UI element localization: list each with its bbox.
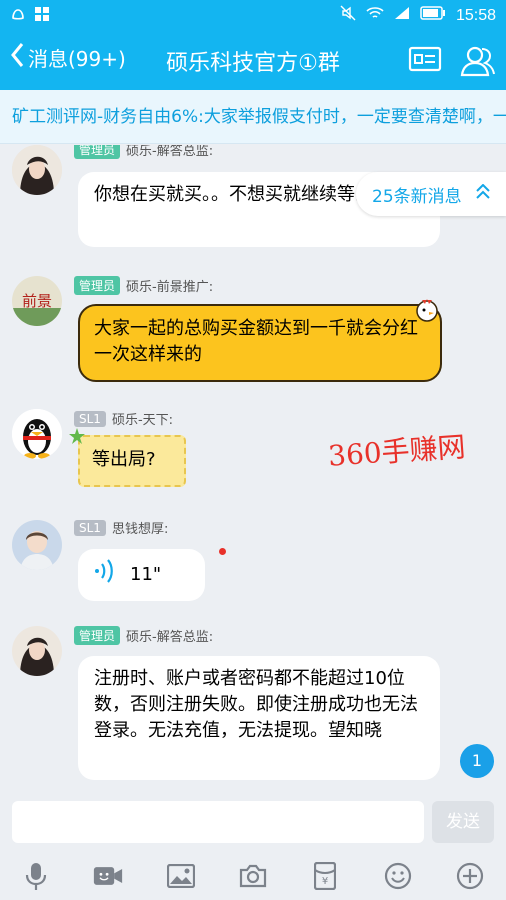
message-bubble[interactable]: 注册时、账户或者密码都不能超过10位数，否则注册失败。即使注册成功也无法登录。无… (78, 656, 440, 780)
title-bar: 消息(99+) 硕乐科技官方①群 (0, 30, 506, 90)
emoji-icon[interactable] (383, 861, 413, 891)
message-bubble[interactable]: 大家一起的总购买金额达到一千就会分红一次这样来的 (78, 304, 442, 382)
video-call-icon[interactable] (93, 861, 123, 891)
message-meta: 管理员 硕乐-解答总监: (74, 145, 213, 159)
level-badge: SL1 (74, 410, 106, 427)
message-bubble[interactable]: 等出局? (78, 435, 186, 487)
group-profile-icon[interactable] (408, 44, 442, 78)
message-meta: 管理员 硕乐-前景推广: (74, 276, 213, 295)
role-badge: 管理员 (74, 145, 121, 159)
send-button[interactable]: 发送 (432, 801, 494, 843)
clock: 15:58 (455, 6, 496, 24)
svg-text:¥: ¥ (322, 876, 328, 887)
announcement-bar[interactable]: 矿工测评网-财务自由6%:大家举报假支付时，一定要查清楚啊，一 (0, 90, 506, 144)
chat-area[interactable]: 管理员 硕乐-解答总监: 你想在买就买。。不想买就继续等出局。 前景 管理员 硕… (0, 145, 506, 793)
new-messages-label: 25条新消息 (372, 186, 462, 207)
sender-name: 硕乐-前景推广: (126, 280, 214, 295)
mute-icon (340, 5, 356, 26)
role-badge: 管理员 (74, 626, 121, 645)
avatar[interactable] (12, 145, 62, 195)
message-input[interactable] (12, 801, 424, 843)
red-packet-icon[interactable]: ¥ (310, 861, 340, 891)
wifi-icon (366, 6, 384, 25)
level-badge: SL1 (74, 519, 106, 536)
camera-icon[interactable] (238, 861, 268, 891)
avatar[interactable]: 前景 (12, 276, 62, 326)
role-badge: 管理员 (74, 276, 121, 295)
avatar[interactable] (12, 626, 62, 676)
sender-name: 硕乐-天下: (111, 413, 174, 428)
app-grid-icon (34, 6, 50, 26)
avatar-text: 前景 (22, 292, 52, 310)
signal-icon (394, 6, 410, 25)
voice-message-bubble[interactable]: 11" (78, 549, 205, 601)
composer: 发送 (0, 793, 506, 851)
unread-count-badge[interactable]: 1 (460, 744, 494, 778)
battery-icon (420, 6, 446, 25)
avatar[interactable] (12, 409, 62, 459)
message-meta: 管理员 硕乐-解答总监: (74, 626, 213, 645)
avatar[interactable] (12, 520, 62, 570)
new-messages-button[interactable]: 25条新消息 (356, 172, 506, 216)
plus-icon[interactable] (455, 861, 485, 891)
status-bar: 15:58 (0, 0, 506, 30)
group-members-icon[interactable] (460, 44, 496, 82)
chicken-sticker-icon (412, 294, 442, 328)
sender-name: 硕乐-解答总监: (126, 145, 214, 159)
message-meta: SL1 硕乐-天下: (74, 409, 173, 428)
sender-name: 硕乐-解答总监: (126, 630, 214, 645)
unplayed-dot (219, 548, 226, 555)
double-chevron-up-icon (475, 183, 490, 205)
voice-duration: 11" (130, 564, 162, 585)
voice-wave-icon (94, 558, 116, 592)
composer-toolbar: ¥ (0, 851, 506, 900)
star-sticker-icon (68, 427, 86, 449)
qq-notification-icon (10, 6, 26, 26)
message-meta: SL1 思钱想厚: (74, 518, 168, 537)
image-icon[interactable] (166, 861, 196, 891)
microphone-icon[interactable] (21, 861, 51, 891)
sender-name: 思钱想厚: (111, 522, 169, 537)
